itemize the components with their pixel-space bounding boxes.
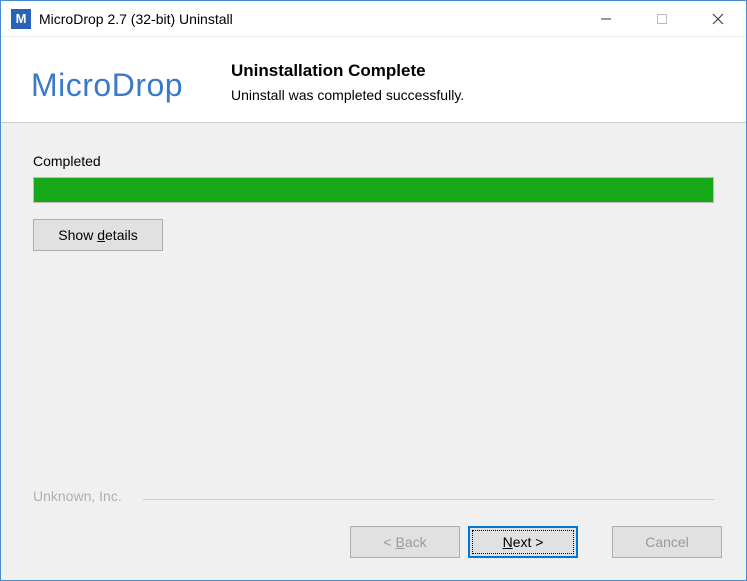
titlebar: M MicroDrop 2.7 (32-bit) Uninstall: [1, 1, 746, 37]
minimize-icon: [600, 13, 612, 25]
branding-divider: [143, 499, 714, 500]
header-subtitle: Uninstall was completed successfully.: [231, 87, 726, 103]
back-label: < Back: [383, 534, 426, 550]
app-icon: M: [11, 9, 31, 29]
header: MicroDrop Uninstallation Complete Uninst…: [1, 37, 746, 122]
header-text: Uninstallation Complete Uninstall was co…: [231, 55, 726, 103]
progress-fill: [34, 178, 713, 202]
back-button: < Back: [350, 526, 460, 558]
minimize-button[interactable]: [578, 1, 634, 36]
footer-gap: [586, 526, 604, 558]
window-controls: [578, 1, 746, 36]
cancel-button: Cancel: [612, 526, 722, 558]
window-title: MicroDrop 2.7 (32-bit) Uninstall: [39, 11, 578, 27]
product-logo: MicroDrop: [31, 55, 231, 104]
status-label: Completed: [33, 153, 714, 169]
progress-bar: [33, 177, 714, 203]
close-icon: [712, 13, 724, 25]
uninstaller-window: M MicroDrop 2.7 (32-bit) Uninstall Micro…: [0, 0, 747, 581]
footer: < Back Next > Cancel: [1, 510, 746, 580]
close-button[interactable]: [690, 1, 746, 36]
content-area: Completed Show details Unknown, Inc.: [1, 123, 746, 510]
show-details-label: Show details: [58, 227, 137, 243]
content-spacer: [33, 251, 714, 488]
branding-row: Unknown, Inc.: [33, 488, 714, 500]
maximize-icon: [656, 13, 668, 25]
show-details-button[interactable]: Show details: [33, 219, 163, 251]
cancel-label: Cancel: [645, 534, 689, 550]
company-branding: Unknown, Inc.: [33, 488, 714, 508]
maximize-button: [634, 1, 690, 36]
next-button[interactable]: Next >: [468, 526, 578, 558]
next-label: Next >: [503, 534, 544, 550]
header-title: Uninstallation Complete: [231, 61, 726, 81]
